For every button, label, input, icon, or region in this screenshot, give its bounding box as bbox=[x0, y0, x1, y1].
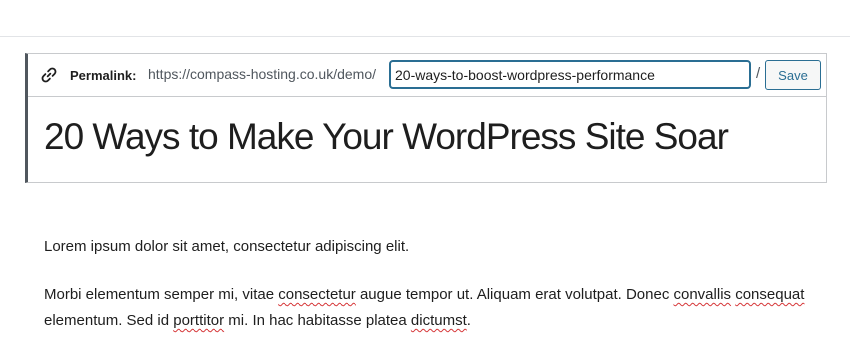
text-segment: augue tempor ut. Aliquam erat volutpat. … bbox=[355, 286, 674, 303]
misspelled-word: dictumst bbox=[410, 312, 467, 329]
misspelled-word: porttitor bbox=[173, 312, 225, 329]
permalink-label: Permalink: bbox=[70, 68, 137, 83]
paragraph-block[interactable]: Lorem ipsum dolor sit amet, consectetur … bbox=[44, 234, 824, 260]
permalink-slug-input[interactable] bbox=[389, 60, 751, 89]
misspelled-word: consequat bbox=[735, 286, 805, 303]
post-title-block[interactable]: Permalink: https://compass-hosting.co.uk… bbox=[25, 53, 827, 183]
editor-top-divider bbox=[0, 36, 850, 37]
text-segment: mi. In hac habitasse platea bbox=[224, 312, 411, 329]
permalink-base-url: https://compass-hosting.co.uk/demo/ bbox=[148, 66, 376, 82]
misspelled-word: consectetur bbox=[278, 286, 356, 303]
post-title[interactable]: 20 Ways to Make Your WordPress Site Soar bbox=[44, 116, 729, 158]
permalink-slash: / bbox=[756, 65, 761, 82]
paragraph-block[interactable]: Morbi elementum semper mi, vitae consect… bbox=[44, 282, 824, 334]
text-segment: . bbox=[466, 312, 471, 329]
link-icon bbox=[40, 66, 58, 84]
save-permalink-button[interactable]: Save bbox=[765, 60, 821, 90]
permalink-bar: Permalink: https://compass-hosting.co.uk… bbox=[28, 54, 826, 97]
text-segment: elementum. Sed id bbox=[44, 312, 174, 329]
post-content[interactable]: Lorem ipsum dolor sit amet, consectetur … bbox=[44, 234, 824, 356]
misspelled-word: convallis bbox=[673, 286, 732, 303]
text-segment: Morbi elementum semper mi, vitae bbox=[44, 286, 279, 303]
